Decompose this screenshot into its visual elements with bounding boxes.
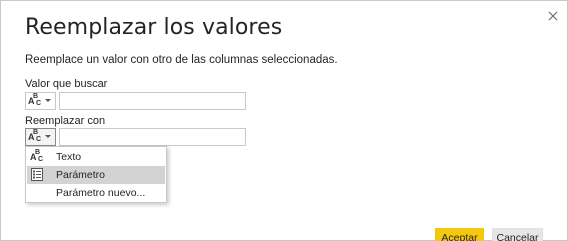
chevron-down-icon — [45, 135, 51, 138]
menu-item-label: Parámetro nuevo... — [56, 187, 146, 199]
replace-values-dialog: Reemplazar los valores Reemplace un valo… — [0, 0, 568, 241]
dialog-subtitle: Reemplace un valor con otro de las colum… — [25, 54, 338, 66]
cancel-button[interactable]: Cancelar — [492, 228, 543, 241]
parameter-icon — [30, 168, 46, 182]
type-dropdown-menu: ABC Texto Parámetro Parámetro nuevo... — [25, 146, 167, 203]
find-value-input[interactable] — [59, 92, 246, 110]
ok-button[interactable]: Aceptar — [435, 228, 484, 241]
find-value-label: Valor que buscar — [25, 78, 108, 90]
menu-item-label: Texto — [56, 151, 82, 163]
menu-item-new-parameter[interactable]: Parámetro nuevo... — [27, 184, 165, 202]
replace-type-dropdown[interactable]: ABC — [25, 128, 56, 146]
replace-with-input[interactable] — [59, 128, 246, 146]
menu-item-text[interactable]: ABC Texto — [27, 148, 165, 166]
dialog-title: Reemplazar los valores — [25, 15, 283, 40]
abc-text-icon: ABC — [28, 129, 42, 143]
abc-text-icon: ABC — [28, 93, 42, 107]
replace-with-label: Reemplazar con — [25, 115, 106, 127]
abc-text-icon: ABC — [30, 149, 44, 163]
menu-item-parameter[interactable]: Parámetro — [27, 166, 165, 184]
chevron-down-icon — [45, 99, 51, 102]
close-icon[interactable] — [548, 11, 558, 21]
menu-item-label: Parámetro — [56, 169, 106, 181]
find-type-dropdown[interactable]: ABC — [25, 92, 56, 110]
close-button[interactable] — [544, 7, 562, 25]
